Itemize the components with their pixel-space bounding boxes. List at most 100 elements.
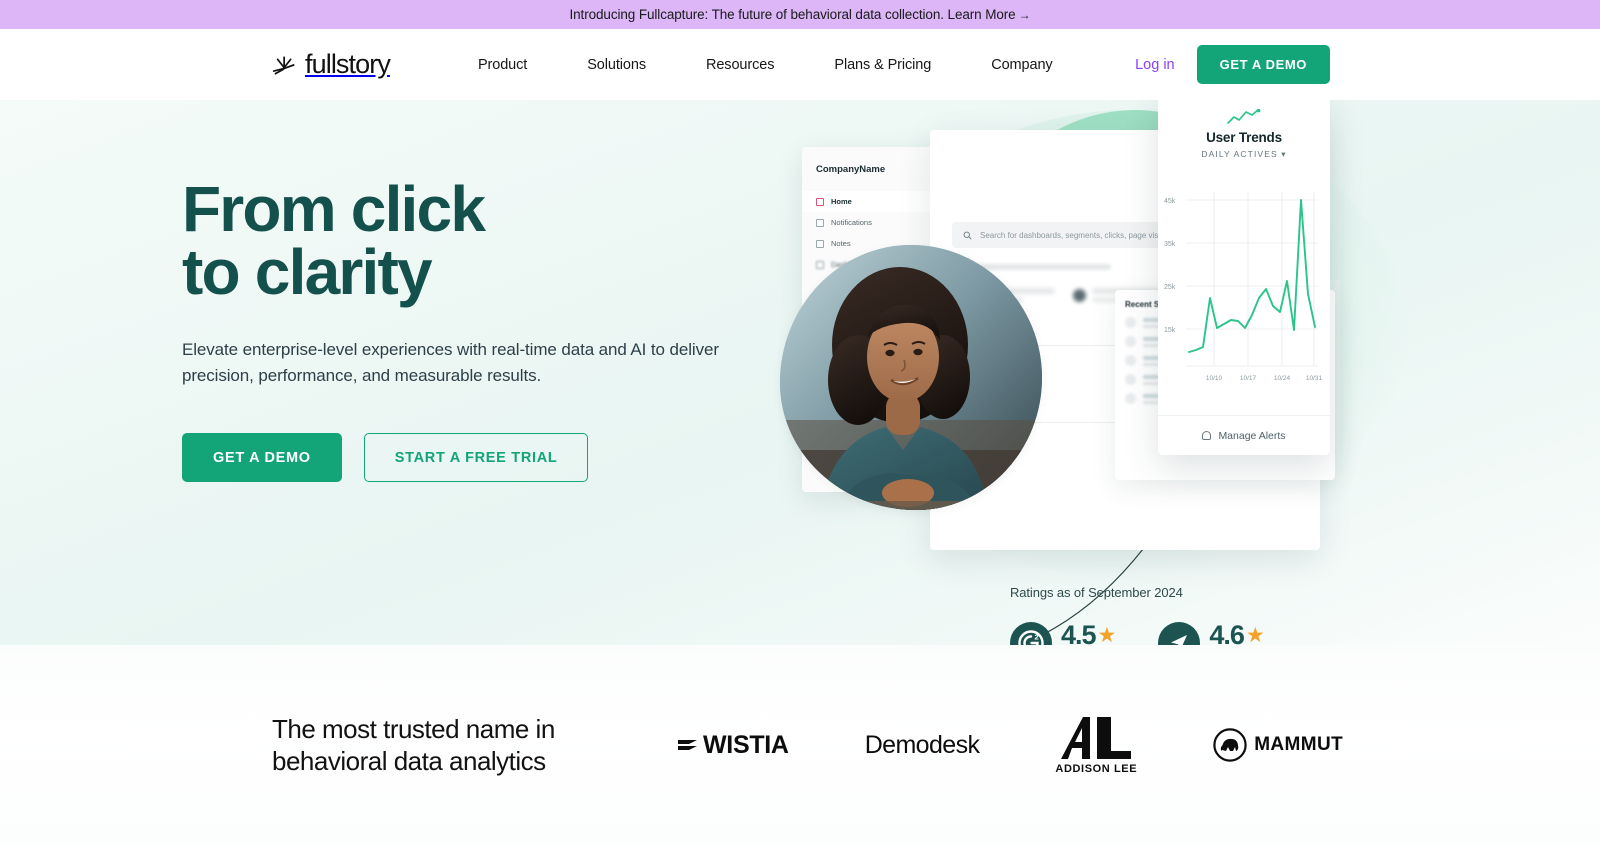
dashboard-sidebar-label-notifications: Notifications [831,218,872,227]
avatar [1125,393,1136,404]
trust-heading-line2: behavioral data analytics [272,746,546,776]
avatar [1125,317,1136,328]
logo-demodesk: Demodesk [865,731,980,760]
trust-heading-line1: The most trusted name in [272,713,555,744]
nav-item-product[interactable]: Product [478,57,527,73]
wistia-logo: WISTIA [677,731,789,760]
logo-mammut: MAMMUT [1213,728,1343,762]
addison-lee-logo-text: ADDISON LEE [1055,763,1138,775]
hero-title-line2: to clarity [182,235,433,308]
rating-score: 4.6 [1209,620,1245,646]
star-icon: ★ [1097,624,1117,645]
hero-copy: From click to clarity Elevate enterprise… [182,177,802,483]
hero-person-photo [780,245,1042,510]
person-illustration [780,245,1042,510]
logo-wistia: WISTIA [677,731,789,760]
main-navbar: fullstory Product Solutions Resources Pl… [0,29,1600,100]
nav-get-a-demo-button[interactable]: GET A DEMO [1196,45,1330,84]
bell-icon [1202,431,1212,440]
trust-bar-section: The most trusted name in behavioral data… [0,645,1600,845]
nav-actions: Log in GET A DEMO [1135,45,1330,84]
hero-section: From click to clarity Elevate enterprise… [0,100,1600,645]
xtick-3: 10/24 [1274,375,1291,382]
mammut-logo-icon [1213,728,1247,762]
bell-icon [816,218,824,227]
dashboard-search-placeholder: Search for dashboards, segments, clicks,… [980,230,1173,240]
login-link[interactable]: Log in [1135,57,1175,73]
dashboard-sidebar-label-notes: Notes [831,239,851,248]
logo-addison-lee: ADDISON LEE [1055,715,1137,775]
dashboard-sidebar-label-home: Home [831,197,852,206]
ytick-15k: 15k [1164,327,1176,334]
trust-logo-row: WISTIA Demodesk ADDISON LEE MAMMUT [677,715,1343,775]
user-trends-card: User Trends DAILY ACTIVES ▾ 45k 35k 25k … [1158,100,1330,455]
nav-item-resources[interactable]: Resources [706,57,775,73]
nav-item-solutions[interactable]: Solutions [587,57,646,73]
rating-g2[interactable]: 2 4.5 ★ on G2 [1010,622,1116,645]
rating-texts: 4.5 ★ on G2 [1061,620,1117,646]
chevron-down-icon: ▾ [1281,149,1287,159]
rating-main: 4.5 ★ [1061,620,1117,646]
mammut-logo-text: MAMMUT [1254,734,1344,755]
announcement-text: Introducing Fullcapture: The future of b… [569,7,944,22]
dashboard-company-name: CompanyName [816,164,886,175]
nav-item-plans-pricing[interactable]: Plans & Pricing [834,57,931,73]
rating-texts: 4.6 ★ on Capterra [1209,620,1267,646]
wistia-logo-text: WISTIA [703,730,789,759]
avatar [1073,288,1087,302]
hero-get-a-demo-button[interactable]: GET A DEMO [182,433,342,483]
trust-bar-heading: The most trusted name in behavioral data… [272,713,627,778]
user-trends-metric-label: DAILY ACTIVES [1201,149,1278,159]
note-icon [816,239,824,248]
manage-alerts-button[interactable]: Manage Alerts [1158,415,1330,455]
g2-logo-icon: 2 [1010,622,1052,645]
xtick-4: 10/31 [1306,375,1322,382]
rating-score: 4.5 [1061,620,1097,646]
avatar [1125,374,1136,385]
announcement-banner-text: Introducing Fullcapture: The future of b… [570,7,1031,22]
hero-subtitle: Elevate enterprise-level experiences wit… [182,340,719,386]
rating-main: 4.6 ★ [1209,620,1267,646]
ratings-label: Ratings as of September 2024 [1010,585,1183,600]
star-icon: ★ [1245,624,1265,645]
capterra-logo-icon [1158,622,1201,645]
landing-page: Introducing Fullcapture: The future of b… [0,0,1600,845]
user-trends-header: User Trends DAILY ACTIVES ▾ [1158,100,1330,160]
addison-lee-logo-icon [1061,717,1132,759]
xtick-2: 10/17 [1240,375,1257,382]
demodesk-logo-text: Demodesk [864,730,980,759]
hero-visual: CompanyName ⌄ Home Notifications [770,100,1390,645]
xtick-1: 10/10 [1206,375,1223,382]
announcement-banner[interactable]: Introducing Fullcapture: The future of b… [0,0,1600,29]
hero-title-line1: From click [182,173,486,245]
arrow-right-icon: → [1018,8,1031,22]
fullstory-starburst-icon [272,55,295,75]
dots-icon [816,260,824,269]
manage-alerts-label: Manage Alerts [1218,429,1286,442]
user-trends-line-chart: 45k 35k 25k 15k 10/10 10/17 10/24 10/31 [1164,192,1323,382]
svg-text:2: 2 [1035,633,1039,642]
fullstory-logo[interactable]: fullstory [272,49,391,79]
nav-item-company[interactable]: Company [991,57,1052,73]
wistia-logo-icon [678,740,697,750]
hero-title: From click to clarity [182,177,802,308]
rating-capterra[interactable]: 4.6 ★ on Capterra [1158,622,1267,645]
hero-cta-group: GET A DEMO START A FREE TRIAL [182,433,802,483]
trend-up-icon [1227,109,1261,124]
user-trends-subtitle[interactable]: DAILY ACTIVES ▾ [1158,149,1330,160]
user-trends-title: User Trends [1206,130,1282,145]
ytick-45k: 45k [1164,198,1176,205]
primary-nav: Product Solutions Resources Plans & Pric… [478,57,1053,73]
announcement-learn-more-link[interactable]: Learn More [948,7,1016,22]
fullstory-wordmark: fullstory [305,49,391,79]
avatar [1125,336,1136,347]
hero-start-free-trial-button[interactable]: START A FREE TRIAL [363,433,589,483]
ratings-block: Ratings as of September 2024 2 4.5 ★ 4.6… [1010,585,1267,645]
home-icon [816,197,824,206]
ratings-row: 2 4.5 ★ on G2 [1010,622,1267,645]
avatar [1125,355,1136,366]
ytick-25k: 25k [1164,284,1176,291]
search-icon [963,231,972,240]
ytick-35k: 35k [1164,241,1176,248]
user-trends-chart: 45k 35k 25k 15k 10/10 10/17 10/24 10/31 [1158,160,1330,415]
